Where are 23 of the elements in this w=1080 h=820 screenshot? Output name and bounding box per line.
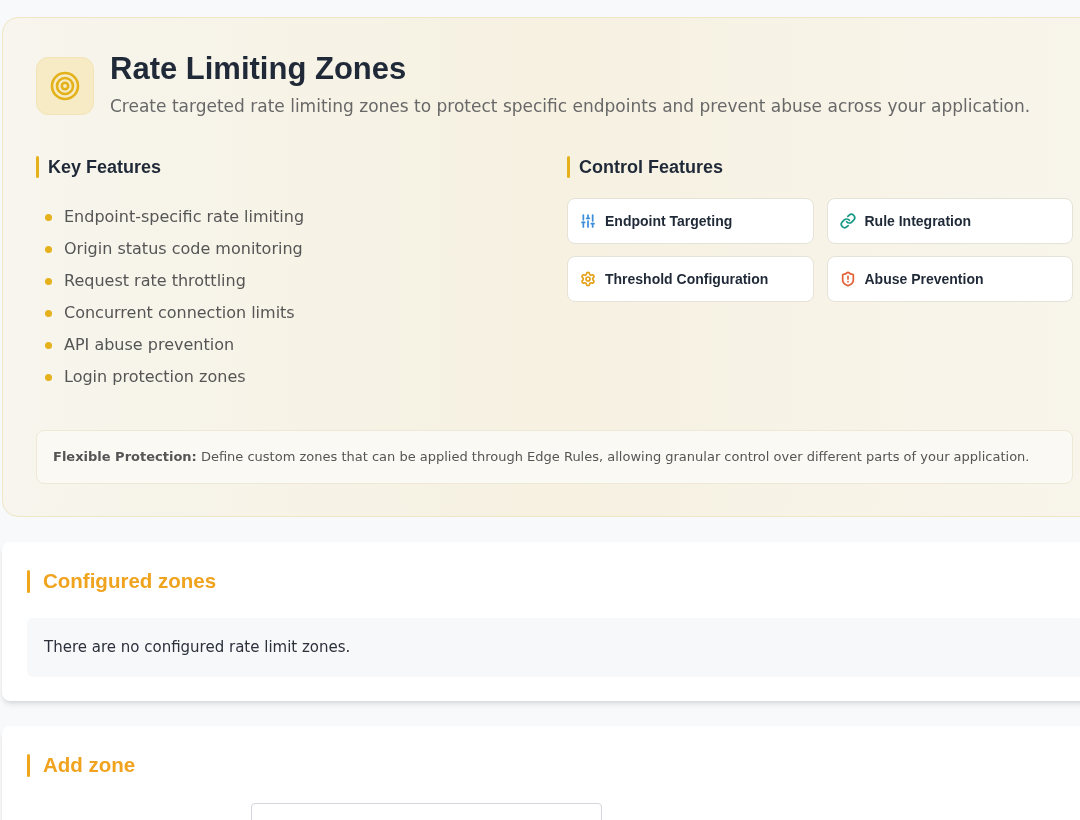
section-heading: Key Features <box>48 156 162 179</box>
feature-card-label: Endpoint Targeting <box>605 211 733 231</box>
heading-accent-bar <box>27 753 30 777</box>
section-heading: Control Features <box>579 156 724 179</box>
feature-item: Request rate throttling <box>64 270 246 292</box>
feature-item: Endpoint-specific rate limiting <box>64 206 305 228</box>
feature-item: Origin status code monitoring <box>64 238 303 260</box>
feature-card-label: Abuse Prevention <box>864 269 984 289</box>
target-icon <box>36 57 94 115</box>
section-heading: Add zone <box>43 753 136 777</box>
page-subtitle: Create targeted rate limiting zones to protect specific endpoints and prevent abuse across your application. <box>110 95 1031 118</box>
page-title: Rate Limiting Zones <box>110 50 408 88</box>
feature-card-label: Threshold Configuration <box>605 269 769 289</box>
heading-accent-bar <box>27 569 30 593</box>
heading-accent-bar <box>36 156 39 178</box>
feature-item: API abuse prevention <box>64 334 235 356</box>
info-note: Flexible Protection: Define custom zones that can be applied through Edge Rules, allowing granular control over different parts of your application. <box>36 430 1073 484</box>
empty-state-message: There are no configured rate limit zones. <box>44 637 351 659</box>
feature-card-label: Rule Integration <box>864 211 972 231</box>
feature-item: Concurrent connection limits <box>64 302 295 324</box>
feature-item: Login protection zones <box>64 366 246 388</box>
heading-accent-bar <box>567 156 570 178</box>
section-heading: Configured zones <box>43 569 217 593</box>
